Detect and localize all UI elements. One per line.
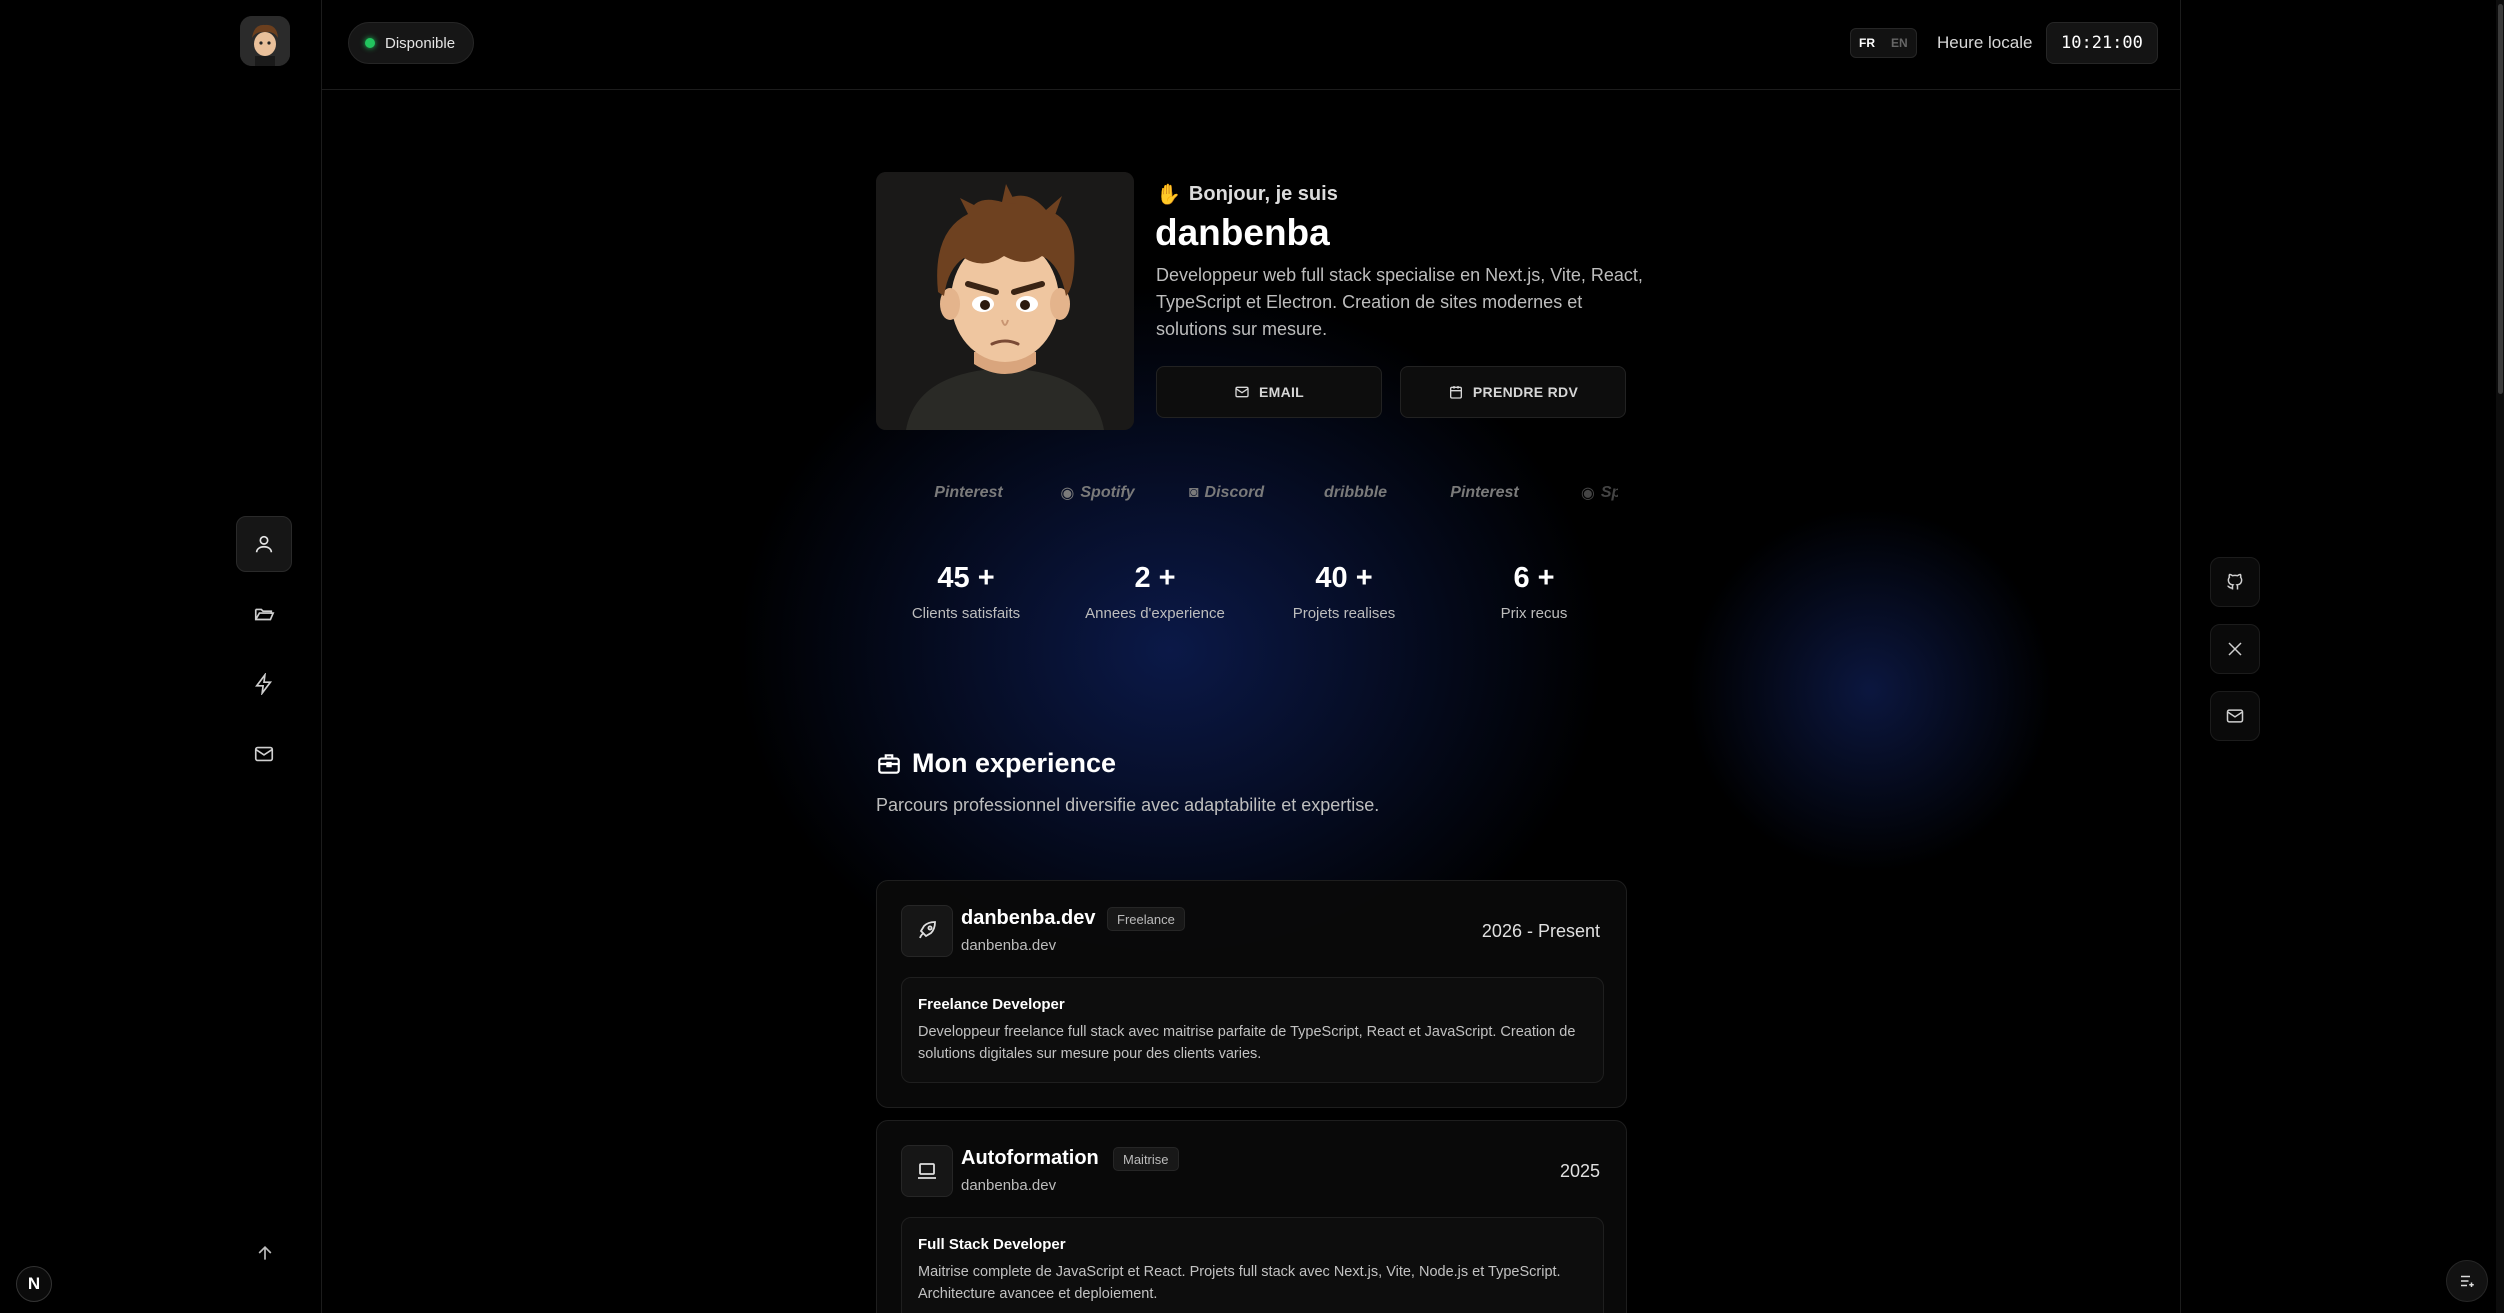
menu-fab[interactable] xyxy=(2446,1260,2488,1302)
card-role: Freelance Developer xyxy=(918,996,1065,1013)
sidebar-item-projects[interactable] xyxy=(236,586,292,642)
stat-label: Projets realises xyxy=(1292,605,1396,622)
greeting: ✋ Bonjour, je suis xyxy=(1156,182,1338,207)
laptop-icon xyxy=(918,1163,936,1179)
local-clock: 10:21:00 xyxy=(2046,22,2158,64)
card-role: Full Stack Developer xyxy=(918,1236,1066,1253)
stat-awards: 6 + Prix recus xyxy=(1439,562,1629,622)
stat-label: Prix recus xyxy=(1500,605,1568,622)
hero-name: danbenba xyxy=(1155,212,1330,253)
greeting-text: Bonjour, je suis xyxy=(1188,183,1338,205)
stat-years: 2 + Annees d'experience xyxy=(1060,562,1250,622)
brand-pinterest-logo: Pinterest xyxy=(934,484,1003,501)
card-company: Autoformation xyxy=(961,1147,1099,1169)
spotify-icon: ◉ xyxy=(1060,485,1075,502)
card-description: Developpeur freelance full stack avec ma… xyxy=(918,1024,1576,1062)
brand-pinterest-logo-2: Pinterest xyxy=(1450,484,1519,501)
card-site: danbenba.dev xyxy=(961,937,1057,954)
github-icon xyxy=(2227,573,2243,590)
lang-en-button[interactable]: EN xyxy=(1883,36,1916,50)
card-description: Maitrise complete de JavaScript et React… xyxy=(918,1264,1561,1302)
sidebar-nav xyxy=(236,516,292,782)
card-detail: Full Stack Developer Maitrise complete d… xyxy=(901,1217,1604,1313)
sidebar-item-profile[interactable] xyxy=(236,516,292,572)
calendar-icon xyxy=(1449,386,1462,399)
lightning-icon xyxy=(255,673,273,695)
nextjs-badge[interactable]: N xyxy=(16,1266,52,1302)
stat-value: 45 + xyxy=(937,562,995,594)
x-icon xyxy=(2228,642,2242,656)
language-switcher: FR EN xyxy=(1850,28,1917,58)
avatar-illustration xyxy=(876,172,1134,430)
card-company: danbenba.dev xyxy=(961,907,1096,929)
card-tag: Maitrise xyxy=(1113,1147,1179,1171)
sidebar-avatar[interactable] xyxy=(240,16,290,66)
lang-fr-button[interactable]: FR xyxy=(1851,36,1883,50)
stat-label: Clients satisfaits xyxy=(911,605,1021,622)
card-date: 2026 - Present xyxy=(1481,921,1600,941)
status-badge: Disponible xyxy=(348,22,475,64)
spotify-icon: ◉ xyxy=(1580,485,1595,502)
briefcase-icon xyxy=(878,753,900,774)
stat-value: 6 + xyxy=(1513,562,1555,594)
rocket-icon xyxy=(919,921,936,939)
experience-card: danbenba.dev Freelance danbenba.dev 2026… xyxy=(876,880,1627,1108)
sidebar-item-skills[interactable] xyxy=(236,656,292,712)
status-dot-icon xyxy=(365,38,375,48)
stat-projects: 40 + Projets realises xyxy=(1249,562,1439,622)
left-sidebar: N xyxy=(0,0,322,1313)
arrow-up-icon xyxy=(258,1245,272,1260)
stat-clients: 45 + Clients satisfaits xyxy=(871,562,1061,622)
waving-hand-icon: ✋ xyxy=(1156,184,1181,206)
experience-title: Mon experience xyxy=(876,748,1116,779)
card-icon-box xyxy=(901,905,953,957)
card-site: danbenba.dev xyxy=(961,1177,1057,1194)
status-label: Disponible xyxy=(385,34,456,52)
mail-icon xyxy=(1235,386,1249,398)
top-bar: Disponible FR EN Heure locale 10:21:00 xyxy=(322,0,2180,90)
card-icon-box xyxy=(901,1145,953,1197)
social-mail-link[interactable] xyxy=(2210,691,2260,741)
card-detail: Freelance Developer Developpeur freelanc… xyxy=(901,977,1604,1083)
stat-value: 40 + xyxy=(1315,562,1373,594)
brand-dribbble-logo: dribbble xyxy=(1323,484,1388,501)
email-button[interactable]: EMAIL xyxy=(1156,366,1382,418)
book-meeting-button[interactable]: PRENDRE RDV xyxy=(1400,366,1626,418)
scrollbar-thumb[interactable] xyxy=(2498,4,2503,394)
brand-spotify-label-2: Spotif xyxy=(1600,484,1618,501)
scroll-top-button[interactable] xyxy=(240,1228,290,1278)
experience-subtitle: Parcours professionnel diversifie avec a… xyxy=(876,795,1380,815)
card-tag: Freelance xyxy=(1107,907,1185,931)
brand-marquee: Pinterest ◉ Spotify ◙ Discord dribbble Pin… xyxy=(904,478,1618,508)
sidebar-item-contact[interactable] xyxy=(236,726,292,782)
book-meeting-label: PRENDRE RDV xyxy=(1472,384,1579,400)
hero-description: Developpeur web full stack specialise en… xyxy=(1156,265,1643,339)
mail-icon xyxy=(254,746,274,762)
brand-spotify-label: Spotify xyxy=(1080,484,1135,501)
folder-open-icon xyxy=(254,608,275,621)
card-date: 2025 xyxy=(1559,1161,1600,1181)
content-right-border xyxy=(2180,0,2181,1313)
email-button-label: EMAIL xyxy=(1258,384,1305,400)
discord-icon: ◙ xyxy=(1188,484,1199,501)
list-icon xyxy=(2461,1275,2474,1287)
stat-value: 2 + xyxy=(1134,562,1176,594)
brand-discord-label: Discord xyxy=(1204,484,1265,501)
portfolio-page: N Disponible FR EN Heure locale 10:21:00 xyxy=(0,0,2504,1313)
local-time-label: Heure locale xyxy=(1937,33,2033,52)
stat-label: Annees d'experience xyxy=(1085,605,1225,622)
brand-spotify-logo-2: ◉ Spotif xyxy=(1549,483,1618,503)
profile-photo xyxy=(876,172,1134,430)
avatar-illustration xyxy=(240,16,290,66)
experience-card: Autoformation Maitrise danbenba.dev 2025… xyxy=(876,1120,1627,1313)
mail-icon xyxy=(2226,709,2244,723)
social-github-link[interactable] xyxy=(2210,557,2260,607)
user-icon xyxy=(255,535,273,553)
brand-spotify-logo: ◉ Spotify xyxy=(1033,483,1162,503)
experience-title-text: Mon experience xyxy=(912,748,1117,778)
brand-discord-logo: ◙ Discord xyxy=(1162,484,1291,502)
social-x-link[interactable] xyxy=(2210,624,2260,674)
